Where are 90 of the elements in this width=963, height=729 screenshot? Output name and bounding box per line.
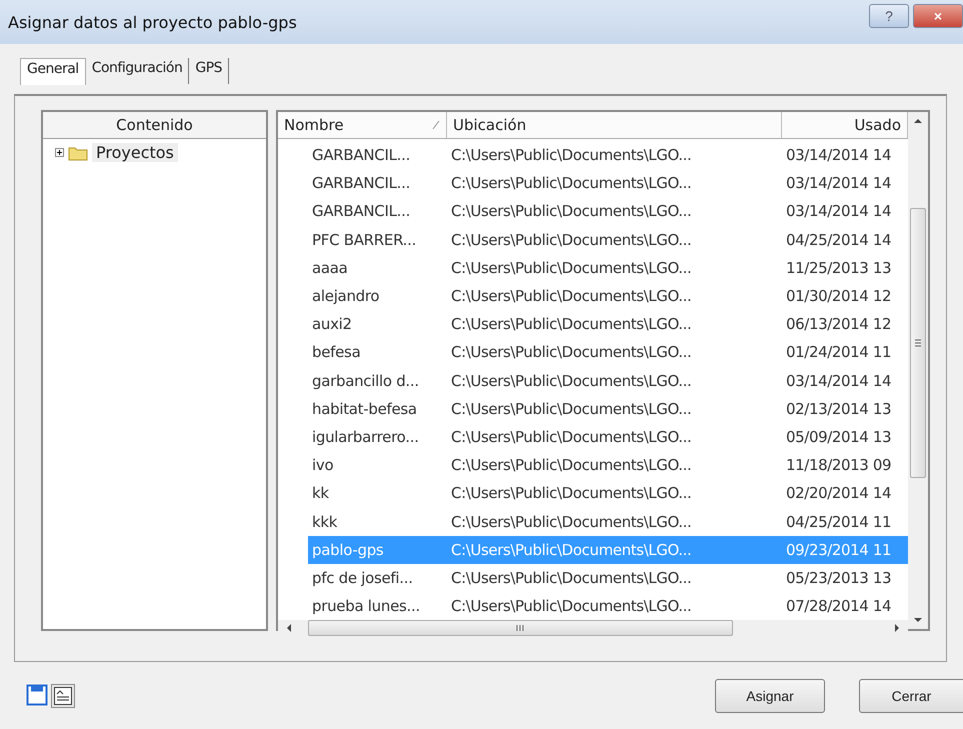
table-cell-text: habitat-befesa xyxy=(311,400,418,418)
table-row[interactable]: kkk C:\Users\Public\Documents\LGO... 04/25/2014 11 xyxy=(308,507,908,536)
table-cell-text: 03/14/2014 14 xyxy=(785,146,892,164)
scroll-thumb[interactable] xyxy=(308,620,733,636)
table-cell-text: auxi2 xyxy=(311,315,353,334)
table-cell-text: prueba lunes... xyxy=(311,597,421,616)
table-cell-text: C:\Users\Public\Documents\LGO... xyxy=(450,287,692,306)
properties-icon[interactable] xyxy=(51,684,75,708)
table-cell-text: ivo xyxy=(311,456,334,474)
table-cell-text: pfc de josefi... xyxy=(311,568,414,587)
table-cell-text: C:\Users\Public\Documents\LGO... xyxy=(450,258,692,277)
table-cell-text: 05/09/2014 13 xyxy=(785,428,892,446)
table-row[interactable]: habitat-befesa C:\Users\Public\Documents\LGO... 02/13/2014 13 xyxy=(308,394,908,423)
table-cell-text: alejandro xyxy=(311,287,380,306)
folder-icon xyxy=(68,144,88,160)
table-cell-text: befesa xyxy=(311,343,362,362)
tree-item[interactable]: Proyectos xyxy=(92,143,178,162)
table-cell-text: C:\Users\Public\Documents\LGO... xyxy=(450,568,692,587)
table-cell-text: C:\Users\Public\Documents\LGO... xyxy=(450,343,692,362)
table-cell-text: 01/24/2014 11 xyxy=(785,343,892,362)
table-cell-text: GARBANCIL... xyxy=(311,202,412,220)
table-cell-text: garbancillo d... xyxy=(311,372,420,390)
table-cell-text: C:\Users\Public\Documents\LGO... xyxy=(450,146,692,164)
table-row[interactable]: GARBANCIL... C:\Users\Public\Documents\LGO... 03/14/2014 14 xyxy=(308,169,908,198)
table-row[interactable]: alejandro C:\Users\Public\Documents\LGO... 01/30/2014 12 xyxy=(308,282,908,310)
tab[interactable]: GPS xyxy=(189,58,230,84)
table-cell-text: 09/23/2014 11 xyxy=(785,540,892,559)
table-row[interactable]: befesa C:\Users\Public\Documents\LGO... 01/24/2014 11 xyxy=(308,338,908,366)
table-row[interactable]: GARBANCIL... C:\Users\Public\Documents\LGO... 03/14/2014 14 xyxy=(308,141,908,170)
help-button[interactable]: ? xyxy=(869,4,909,28)
table-row[interactable]: aaaa C:\Users\Public\Documents\LGO... 11/25/2013 13 xyxy=(308,254,908,282)
dialog-button[interactable]: Asignar xyxy=(715,678,825,712)
left-arrow-icon[interactable] xyxy=(286,624,292,632)
expand-icon[interactable] xyxy=(55,148,64,157)
table-cell-text: pablo-gps xyxy=(311,540,384,559)
table-cell-text: C:\Users\Public\Documents\LGO... xyxy=(450,174,692,192)
table-cell-text: 03/14/2014 14 xyxy=(785,202,892,220)
table-cell-text: C:\Users\Public\Documents\LGO... xyxy=(450,540,692,559)
table-cell-text: 03/14/2014 14 xyxy=(785,174,892,192)
horizontal-scrollbar[interactable] xyxy=(278,620,908,636)
window-title: Asignar datos al proyecto pablo-gps xyxy=(8,12,297,32)
table-cell-text: C:\Users\Public\Documents\LGO... xyxy=(450,456,692,474)
table-cell-text: C:\Users\Public\Documents\LGO... xyxy=(450,202,692,220)
table-cell-text: GARBANCIL... xyxy=(311,146,412,164)
table-cell-text: C:\Users\Public\Documents\LGO... xyxy=(450,512,692,531)
up-arrow-icon[interactable] xyxy=(914,118,922,124)
table-cell-text: C:\Users\Public\Documents\LGO... xyxy=(450,597,692,616)
table-row[interactable]: garbancillo d... C:\Users\Public\Documents\LGO... 03/14/2014 14 xyxy=(308,366,908,395)
table-cell-text: 05/23/2013 13 xyxy=(785,568,892,587)
table-row[interactable]: prueba lunes... C:\Users\Public\Documents\LGO... 07/28/2014 14 xyxy=(308,592,908,620)
table-row[interactable]: igularbarrero... C:\Users\Public\Documents\LGO... 05/09/2014 13 xyxy=(308,422,908,452)
table-row[interactable]: ivo C:\Users\Public\Documents\LGO... 11/18/2013 09 xyxy=(308,451,908,480)
dialog-button[interactable]: Cerrar xyxy=(859,678,963,712)
table-cell-text: 03/14/2014 14 xyxy=(785,372,892,390)
table-cell-text: kk xyxy=(311,484,330,502)
table-cell-text: 11/18/2013 09 xyxy=(785,456,892,474)
table-row[interactable]: PFC BARRER... C:\Users\Public\Documents\LGO... 04/25/2014 14 xyxy=(308,226,908,254)
table-row[interactable]: GARBANCIL... C:\Users\Public\Documents\LGO... 03/14/2014 14 xyxy=(308,197,908,226)
table-cell-text: C:\Users\Public\Documents\LGO... xyxy=(450,400,692,418)
table-cell-text: GARBANCIL... xyxy=(311,174,412,192)
table-cell-text: C:\Users\Public\Documents\LGO... xyxy=(450,315,692,334)
column-header[interactable]: Ubicación xyxy=(447,112,782,138)
table-cell-text: 06/13/2014 12 xyxy=(785,315,892,334)
table-cell-text: igularbarrero... xyxy=(311,428,420,446)
table-cell-text: 11/25/2013 13 xyxy=(785,258,892,277)
right-arrow-icon[interactable] xyxy=(894,624,900,632)
table-cell-text: 02/20/2014 14 xyxy=(785,484,892,502)
column-header[interactable]: Nombre xyxy=(278,112,447,138)
table-row[interactable]: auxi2 C:\Users\Public\Documents\LGO... 06/13/2014 12 xyxy=(308,310,908,338)
table-cell-text: kkk xyxy=(311,512,338,531)
vertical-scrollbar[interactable] xyxy=(908,112,928,629)
table-cell-text: 07/28/2014 14 xyxy=(785,597,892,616)
table-cell-text: 04/25/2014 11 xyxy=(785,512,892,531)
scroll-thumb[interactable] xyxy=(910,208,926,478)
tab[interactable]: Configuración xyxy=(86,58,190,84)
column-header[interactable]: Contenido xyxy=(43,112,266,139)
table-cell-text: 02/13/2014 13 xyxy=(785,400,892,418)
table-cell-text: 01/30/2014 12 xyxy=(785,287,892,306)
table-cell-text: C:\Users\Public\Documents\LGO... xyxy=(450,230,692,249)
table-cell-text: C:\Users\Public\Documents\LGO... xyxy=(450,484,692,502)
table-row[interactable]: pfc de josefi... C:\Users\Public\Documents\LGO... 05/23/2013 13 xyxy=(308,564,908,592)
table-cell-text: C:\Users\Public\Documents\LGO... xyxy=(450,428,692,446)
save-icon[interactable] xyxy=(26,684,48,708)
table-cell-text: C:\Users\Public\Documents\LGO... xyxy=(450,372,692,390)
table-cell-text: aaaa xyxy=(311,258,349,277)
table-row[interactable]: kk C:\Users\Public\Documents\LGO... 02/20/2014 14 xyxy=(308,479,908,508)
table-cell-text: 04/25/2014 14 xyxy=(785,230,892,249)
down-arrow-icon[interactable] xyxy=(914,617,922,623)
table-cell-text: PFC BARRER... xyxy=(311,230,418,249)
tab[interactable]: General xyxy=(20,58,86,85)
